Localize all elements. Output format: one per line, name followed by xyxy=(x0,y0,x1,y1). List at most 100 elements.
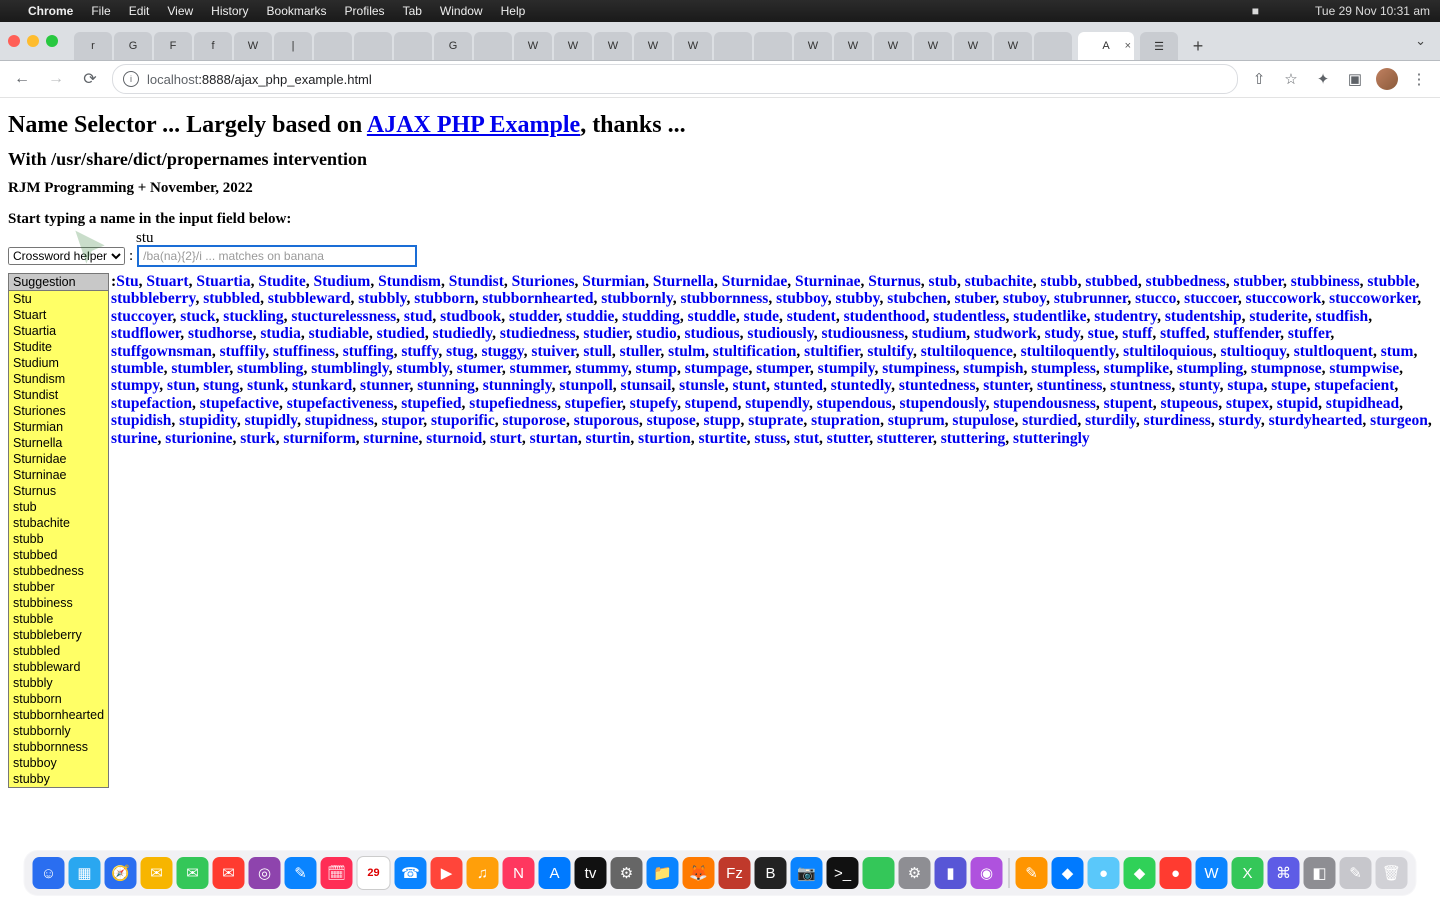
result-link[interactable]: stubber xyxy=(1234,273,1283,290)
tab-background-1[interactable]: G xyxy=(114,32,152,60)
result-link[interactable]: sturdyhearted xyxy=(1269,412,1363,429)
result-link[interactable]: sturnoid xyxy=(426,430,482,447)
result-link[interactable]: stutter xyxy=(827,430,869,447)
tab-background-4[interactable]: W xyxy=(234,32,272,60)
result-link[interactable]: stuccoworker xyxy=(1329,290,1417,307)
menu-edit[interactable]: Edit xyxy=(129,4,150,18)
result-link[interactable]: Stundist xyxy=(449,273,504,290)
suggestion-row[interactable]: stubbornhearted xyxy=(9,707,109,723)
menu-bookmarks[interactable]: Bookmarks xyxy=(267,4,327,18)
result-link[interactable]: stupefied xyxy=(401,395,461,412)
tab-background-17[interactable] xyxy=(754,32,792,60)
dock-app-0[interactable]: ☺ xyxy=(33,857,65,889)
result-link[interactable]: stupent xyxy=(1104,395,1153,412)
result-link[interactable]: sturdily xyxy=(1085,412,1136,429)
dock-app-31[interactable]: ● xyxy=(1160,857,1192,889)
result-link[interactable]: stunningly xyxy=(483,377,552,394)
result-link[interactable]: stuggy xyxy=(481,343,523,360)
suggestion-row[interactable]: Studite xyxy=(9,339,109,355)
result-link[interactable]: stupidhead xyxy=(1326,395,1399,412)
suggestion-row[interactable]: stubborn xyxy=(9,691,109,707)
tab-background-21[interactable]: W xyxy=(914,32,952,60)
suggestion-row[interactable]: Stundism xyxy=(9,371,109,387)
result-link[interactable]: stunted xyxy=(774,377,823,394)
suggestion-row[interactable]: Stundist xyxy=(9,387,109,403)
suggestion-row[interactable]: Studium xyxy=(9,355,109,371)
suggestion-row[interactable]: stubby xyxy=(9,771,109,788)
result-link[interactable]: studdle xyxy=(688,308,736,325)
result-link[interactable]: stuffing xyxy=(343,343,394,360)
result-link[interactable]: stumblingly xyxy=(311,360,389,377)
result-link[interactable]: stubbleberry xyxy=(111,290,195,307)
result-link[interactable]: stuprum xyxy=(888,412,945,429)
result-link[interactable]: studied xyxy=(377,325,425,342)
dock-app-10[interactable]: ☎ xyxy=(395,857,427,889)
result-link[interactable]: stutteringly xyxy=(1013,430,1090,447)
result-link[interactable]: stunning xyxy=(417,377,475,394)
result-link[interactable]: studentry xyxy=(1094,308,1157,325)
result-link[interactable]: stupor xyxy=(382,412,424,429)
result-link[interactable]: stubchen xyxy=(887,290,946,307)
result-link[interactable]: stunty xyxy=(1179,377,1220,394)
new-tab-button[interactable]: + xyxy=(1184,32,1212,60)
result-link[interactable]: studio xyxy=(636,325,677,342)
result-link[interactable]: stupendly xyxy=(745,395,809,412)
dock-app-24[interactable]: ⚙ xyxy=(899,857,931,889)
result-link[interactable]: studflower xyxy=(111,325,180,342)
result-link[interactable]: stuckling xyxy=(223,308,283,325)
result-link[interactable]: stupidly xyxy=(245,412,298,429)
result-link[interactable]: stupend xyxy=(685,395,738,412)
window-zoom-button[interactable] xyxy=(46,35,58,47)
result-link[interactable]: stut xyxy=(794,430,819,447)
tab-background-19[interactable]: W xyxy=(834,32,872,60)
result-link[interactable]: stultify xyxy=(867,343,913,360)
tab-background-7[interactable] xyxy=(354,32,392,60)
dock-app-23[interactable] xyxy=(863,857,895,889)
result-link[interactable]: stumer xyxy=(457,360,502,377)
tab-background-12[interactable]: W xyxy=(554,32,592,60)
result-link[interactable]: stupex xyxy=(1226,395,1269,412)
result-link[interactable]: studiousness xyxy=(822,325,905,342)
tab-background-6[interactable] xyxy=(314,32,352,60)
result-link[interactable]: stunpoll xyxy=(559,377,612,394)
reload-button[interactable]: ⟳ xyxy=(78,67,102,91)
result-link[interactable]: stubbornhearted xyxy=(482,290,593,307)
tab-background-20[interactable]: W xyxy=(874,32,912,60)
result-link[interactable]: Studite xyxy=(258,273,305,290)
result-link[interactable]: stug xyxy=(446,343,474,360)
result-link[interactable]: stubb xyxy=(1041,273,1078,290)
result-link[interactable]: stutterer xyxy=(877,430,933,447)
result-link[interactable]: stultloquent xyxy=(1294,343,1373,360)
dock-app-32[interactable]: W xyxy=(1196,857,1228,889)
result-link[interactable]: stubborn xyxy=(414,290,474,307)
suggestion-row[interactable]: Sturninae xyxy=(9,467,109,483)
result-link[interactable]: stuporous xyxy=(574,412,639,429)
result-link[interactable]: stupid xyxy=(1277,395,1318,412)
result-link[interactable]: studentship xyxy=(1165,308,1242,325)
result-link[interactable]: stumpwise xyxy=(1329,360,1399,377)
result-link[interactable]: stupendousness xyxy=(993,395,1096,412)
omnibox[interactable]: i localhost:8888/ajax_php_example.html xyxy=(112,64,1238,94)
dock-app-35[interactable]: ◧ xyxy=(1304,857,1336,889)
result-link[interactable]: stummy xyxy=(575,360,628,377)
result-link[interactable]: studiedly xyxy=(433,325,492,342)
dock-app-11[interactable]: ▶ xyxy=(431,857,463,889)
result-link[interactable]: Sturnella xyxy=(653,273,714,290)
tab-background-23[interactable]: W xyxy=(994,32,1032,60)
result-link[interactable]: stumpless xyxy=(1031,360,1096,377)
tab-overflow-button[interactable]: ⌄ xyxy=(1409,33,1432,49)
result-link[interactable]: stucturelessness xyxy=(291,308,396,325)
tab-background-8[interactable] xyxy=(394,32,432,60)
suggestion-row[interactable]: Sturmian xyxy=(9,419,109,435)
result-link[interactable]: stupeous xyxy=(1161,395,1219,412)
result-link[interactable]: stude xyxy=(744,308,779,325)
result-link[interactable]: stuffed xyxy=(1160,325,1206,342)
tab-background-16[interactable] xyxy=(714,32,752,60)
result-link[interactable]: sturdied xyxy=(1022,412,1077,429)
battery-icon[interactable]: ■ xyxy=(1252,4,1259,18)
result-link[interactable]: stultiloquently xyxy=(1021,343,1116,360)
tab-after-0[interactable]: ☰ xyxy=(1140,32,1178,60)
result-link[interactable]: stuntiness xyxy=(1037,377,1102,394)
tab-active[interactable]: A × xyxy=(1078,32,1134,60)
menu-help[interactable]: Help xyxy=(501,4,526,18)
